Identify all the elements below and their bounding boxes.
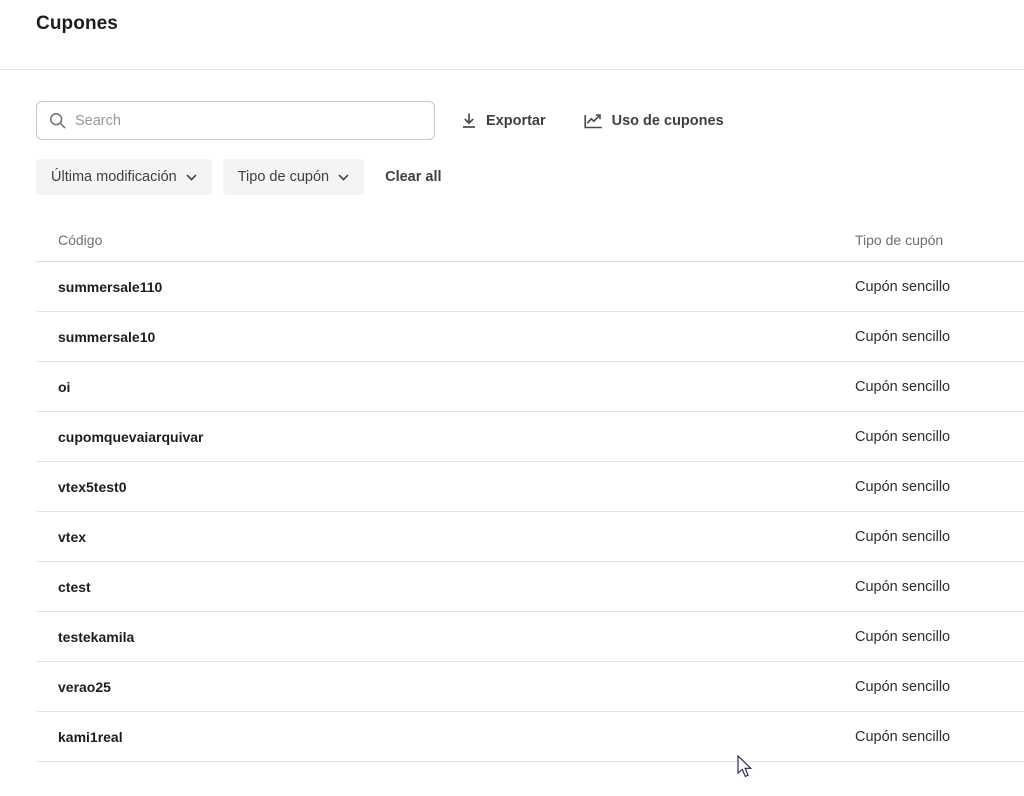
search-input[interactable] [75, 113, 422, 129]
coupon-type-cell: Cupón sencillo [855, 479, 1024, 495]
coupon-type-cell: Cupón sencillo [855, 379, 1024, 395]
coupon-code-cell: summersale10 [36, 329, 855, 345]
page-title: Cupones [36, 13, 118, 35]
filter-coupon-type-label: Tipo de cupón [238, 169, 329, 185]
coupon-code-cell: ctest [36, 579, 855, 595]
coupon-code-cell: cupomquevaiarquivar [36, 429, 855, 445]
search-box[interactable] [36, 101, 435, 140]
coupon-code-cell: kami1real [36, 729, 855, 745]
export-button-label: Exportar [486, 113, 546, 129]
table-header-row: Código Tipo de cupón [36, 218, 1024, 262]
table-body: summersale110Cupón sencillosummersale10C… [36, 262, 1024, 762]
filter-last-modified-label: Última modificación [51, 169, 177, 185]
chevron-down-icon [338, 169, 349, 185]
table-row[interactable]: ctestCupón sencillo [36, 562, 1024, 612]
coupon-code-cell: vtex5test0 [36, 479, 855, 495]
coupon-type-cell: Cupón sencillo [855, 629, 1024, 645]
coupon-type-cell: Cupón sencillo [855, 329, 1024, 345]
cupones-page: { "page": { "title": "Cupones" }, "toolb… [0, 0, 1024, 796]
coupon-type-cell: Cupón sencillo [855, 529, 1024, 545]
table-row[interactable]: summersale110Cupón sencillo [36, 262, 1024, 312]
coupon-code-cell: verao25 [36, 679, 855, 695]
column-header-coupon-type: Tipo de cupón [855, 232, 1024, 248]
toolbar: Exportar Uso de cupones [36, 101, 988, 140]
table-row[interactable]: vtexCupón sencillo [36, 512, 1024, 562]
search-icon [49, 112, 66, 129]
coupon-type-cell: Cupón sencillo [855, 679, 1024, 695]
page-header: Cupones [0, 0, 1024, 70]
filter-last-modified[interactable]: Última modificación [36, 159, 212, 195]
coupon-code-cell: testekamila [36, 629, 855, 645]
table-row[interactable]: vtex5test0Cupón sencillo [36, 462, 1024, 512]
table-row[interactable]: oiCupón sencillo [36, 362, 1024, 412]
table-row[interactable]: kami1realCupón sencillo [36, 712, 1024, 762]
table-row[interactable]: cupomquevaiarquivarCupón sencillo [36, 412, 1024, 462]
filter-coupon-type[interactable]: Tipo de cupón [223, 159, 364, 195]
download-icon [461, 112, 477, 129]
coupon-table: Código Tipo de cupón summersale110Cupón … [36, 218, 1024, 762]
export-button[interactable]: Exportar [457, 106, 550, 135]
coupon-type-cell: Cupón sencillo [855, 579, 1024, 595]
coupon-code-cell: oi [36, 379, 855, 395]
coupon-code-cell: vtex [36, 529, 855, 545]
coupon-code-cell: summersale110 [36, 279, 855, 295]
filter-row: Última modificación Tipo de cupón Clear … [36, 159, 988, 195]
table-row[interactable]: verao25Cupón sencillo [36, 662, 1024, 712]
clear-all-button[interactable]: Clear all [385, 169, 441, 185]
coupon-type-cell: Cupón sencillo [855, 279, 1024, 295]
chevron-down-icon [186, 169, 197, 185]
table-row[interactable]: testekamilaCupón sencillo [36, 612, 1024, 662]
coupon-type-cell: Cupón sencillo [855, 429, 1024, 445]
coupon-usage-button-label: Uso de cupones [612, 113, 724, 129]
line-chart-icon [584, 112, 603, 129]
column-header-code: Código [36, 232, 855, 248]
table-row[interactable]: summersale10Cupón sencillo [36, 312, 1024, 362]
coupon-type-cell: Cupón sencillo [855, 729, 1024, 745]
coupon-usage-button[interactable]: Uso de cupones [580, 106, 728, 135]
